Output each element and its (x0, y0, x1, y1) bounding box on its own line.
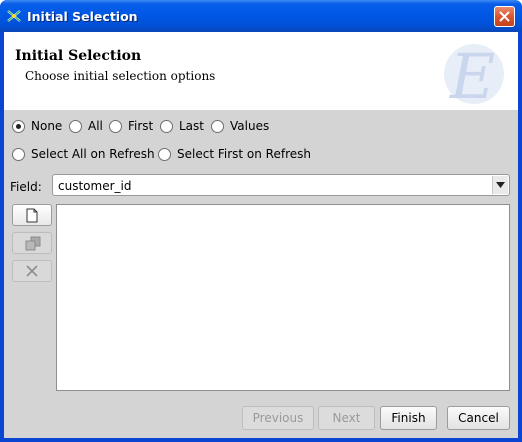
radio-button[interactable] (12, 147, 25, 161)
refresh-options: Select All on Refresh Select First on Re… (12, 147, 512, 165)
window-title: Initial Selection (27, 9, 138, 24)
previous-button[interactable]: Previous (242, 406, 314, 430)
field-label: Field: (10, 180, 42, 194)
radio-button[interactable] (211, 119, 224, 133)
radio-button[interactable] (109, 119, 122, 133)
radio-label: Select First on Refresh (177, 147, 311, 161)
next-button[interactable]: Next (318, 406, 375, 430)
new-document-icon (26, 208, 38, 223)
close-icon (499, 11, 510, 22)
copy-icon (25, 236, 41, 251)
cancel-button[interactable]: Cancel (447, 406, 510, 430)
logo-letter: E (449, 40, 495, 108)
radio-button[interactable] (158, 147, 171, 161)
radio-select-first-on-refresh[interactable]: Select First on Refresh (158, 147, 311, 161)
header-title: Initial Selection (15, 48, 142, 64)
radio-all[interactable]: All (69, 119, 103, 133)
radio-button[interactable] (160, 119, 173, 133)
copy-item-button[interactable] (12, 232, 52, 254)
radio-label: Last (179, 119, 204, 133)
field-dropdown[interactable]: customer_id (52, 174, 510, 196)
radio-button[interactable] (69, 119, 82, 133)
dialog-window: Initial Selection Initial Selection Choo… (0, 0, 522, 442)
header-logo: E (444, 40, 504, 108)
radio-label: None (31, 119, 63, 133)
wizard-header: Initial Selection Choose initial selecti… (4, 32, 518, 110)
delete-item-button[interactable] (12, 260, 52, 282)
radio-button[interactable] (12, 119, 25, 133)
values-list[interactable] (56, 204, 510, 391)
delete-icon (26, 265, 38, 277)
chevron-down-icon (496, 182, 505, 188)
radio-label: All (88, 119, 103, 133)
field-value: customer_id (58, 179, 132, 193)
radio-last[interactable]: Last (160, 119, 204, 133)
radio-label: Select All on Refresh (31, 147, 155, 161)
selection-options: None All First Last Values (12, 119, 512, 137)
radio-select-all-on-refresh[interactable]: Select All on Refresh (12, 147, 155, 161)
radio-label: First (128, 119, 154, 133)
header-subtitle: Choose initial selection options (25, 69, 216, 83)
radio-label: Values (230, 119, 270, 133)
radio-none[interactable]: None (12, 119, 62, 133)
dropdown-arrow-button[interactable] (492, 176, 508, 194)
new-item-button[interactable] (12, 204, 52, 226)
close-button[interactable] (494, 6, 515, 27)
dialog-content: Initial Selection Choose initial selecti… (4, 32, 518, 438)
wizard-icon (7, 10, 21, 22)
radio-first[interactable]: First (109, 119, 153, 133)
finish-button[interactable]: Finish (380, 406, 437, 430)
title-bar[interactable]: Initial Selection (0, 0, 522, 32)
radio-values[interactable]: Values (211, 119, 269, 133)
